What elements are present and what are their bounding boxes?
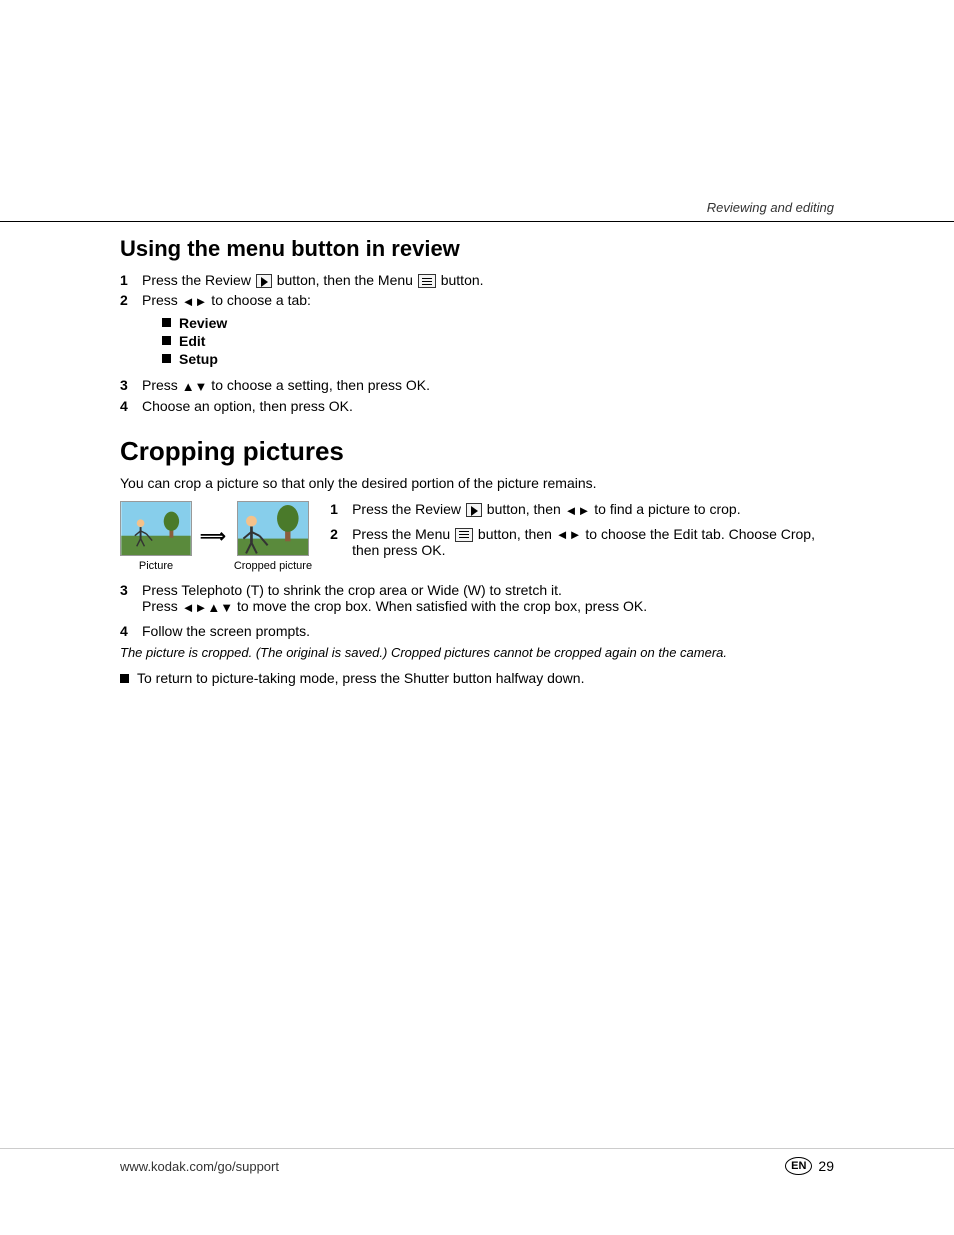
menu-icon-crop xyxy=(455,528,473,542)
cropping-body: Picture ⟹ xyxy=(120,501,834,572)
content: Using the menu button in review 1 Press … xyxy=(0,236,954,686)
tab-setup-label: Setup xyxy=(179,351,218,367)
step4: 4 Choose an option, then press OK. xyxy=(120,398,834,414)
crop-step3-block: 3 Press Telephoto (T) to shrink the crop… xyxy=(120,582,834,686)
crop-step1: 1 Press the Review button, then ◄► to fi… xyxy=(330,501,834,518)
cropped-picture-img xyxy=(237,501,309,556)
arrow-lr-icon: ◄► xyxy=(182,294,208,309)
play-icon xyxy=(256,274,272,288)
footer-url: www.kodak.com/go/support xyxy=(120,1159,279,1174)
step1-num: 1 xyxy=(120,272,138,288)
cropped-picture-wrapper: Cropped picture xyxy=(234,501,312,572)
cropping-intro: You can crop a picture so that only the … xyxy=(120,475,834,491)
crop-step3-num: 3 xyxy=(120,582,138,598)
section1-title: Using the menu button in review xyxy=(120,236,834,262)
crop-step4-text: Follow the screen prompts. xyxy=(142,623,834,639)
crop-step3: 3 Press Telephoto (T) to shrink the crop… xyxy=(120,582,834,615)
tab-review-label: Review xyxy=(179,315,227,331)
tab-edit: Edit xyxy=(162,333,834,349)
italic-note: The picture is cropped. (The original is… xyxy=(120,645,834,660)
crop-step4-num: 4 xyxy=(120,623,138,639)
menu-lines xyxy=(419,275,435,287)
step1-text: Press the Review button, then the Menu b… xyxy=(142,272,834,288)
step2: 2 Press ◄► to choose a tab: Review Edit xyxy=(120,292,834,373)
arrow-lr-icon2: ◄► xyxy=(565,503,591,518)
crop-step4: 4 Follow the screen prompts. xyxy=(120,623,834,639)
step3-4-list: 3 Press Telephoto (T) to shrink the crop… xyxy=(120,582,834,639)
bullet-note-text: To return to picture-taking mode, press … xyxy=(137,670,584,686)
step2-text: Press ◄► to choose a tab: Review Edit xyxy=(142,292,834,373)
step3-num: 3 xyxy=(120,377,138,393)
section2-title: Cropping pictures xyxy=(120,436,834,467)
crop-step1-num: 1 xyxy=(330,501,348,517)
arrow-ud-icon2: ▲▼ xyxy=(207,600,233,615)
picture-wrapper: Picture xyxy=(120,501,192,572)
bullet-square-icon xyxy=(162,336,171,345)
step3: 3 Press ▲▼ to choose a setting, then pre… xyxy=(120,377,834,394)
picture-label: Picture xyxy=(139,560,173,572)
page-footer: www.kodak.com/go/support EN 29 xyxy=(0,1148,954,1175)
tab-list: Review Edit Setup xyxy=(162,315,834,367)
cropping-images: Picture ⟹ xyxy=(120,501,312,572)
page-header: Reviewing and editing xyxy=(0,0,954,222)
section1-steps: 1 Press the Review button, then the Menu… xyxy=(120,272,834,414)
arrow-ud-icon: ▲▼ xyxy=(182,379,208,394)
step4-text: Choose an option, then press OK. xyxy=(142,398,834,414)
step2-num: 2 xyxy=(120,292,138,308)
step1: 1 Press the Review button, then the Menu… xyxy=(120,272,834,288)
crop-step2-text: Press the Menu button, then ◄► to choose… xyxy=(352,526,834,559)
page-number: 29 xyxy=(818,1158,834,1174)
crop-step2-num: 2 xyxy=(330,526,348,542)
lang-badge: EN xyxy=(785,1157,812,1175)
picture-img xyxy=(120,501,192,556)
bullet-note: To return to picture-taking mode, press … xyxy=(120,670,834,686)
images-row: Picture ⟹ xyxy=(120,501,312,572)
bullet-square-note-icon xyxy=(120,674,129,683)
bullet-square-icon xyxy=(162,318,171,327)
tab-edit-label: Edit xyxy=(179,333,205,349)
bullet-square-icon xyxy=(162,354,171,363)
cropping-steps: 1 Press the Review button, then ◄► to fi… xyxy=(330,501,834,565)
cropped-picture-label: Cropped picture xyxy=(234,560,312,572)
footer-page: EN 29 xyxy=(785,1157,834,1175)
step3-text: Press ▲▼ to choose a setting, then press… xyxy=(142,377,834,394)
menu-lines2 xyxy=(456,529,472,541)
crop-step2: 2 Press the Menu button, then ◄► to ch xyxy=(330,526,834,559)
section-title: Reviewing and editing xyxy=(707,200,834,215)
tab-setup: Setup xyxy=(162,351,834,367)
crop-step1-text: Press the Review button, then ◄► to find… xyxy=(352,501,834,518)
cropping-step-list: 1 Press the Review button, then ◄► to fi… xyxy=(330,501,834,559)
tab-review: Review xyxy=(162,315,834,331)
crop-step3-text: Press Telephoto (T) to shrink the crop a… xyxy=(142,582,834,615)
play-icon-crop xyxy=(466,503,482,517)
page: Reviewing and editing Using the menu but… xyxy=(0,0,954,1235)
arrow-lr-icon3: ◄► xyxy=(556,527,582,542)
menu-icon xyxy=(418,274,436,288)
arrow-lr-icon4: ◄► xyxy=(182,600,208,615)
arrow-right-icon: ⟹ xyxy=(200,509,226,564)
step4-num: 4 xyxy=(120,398,138,414)
